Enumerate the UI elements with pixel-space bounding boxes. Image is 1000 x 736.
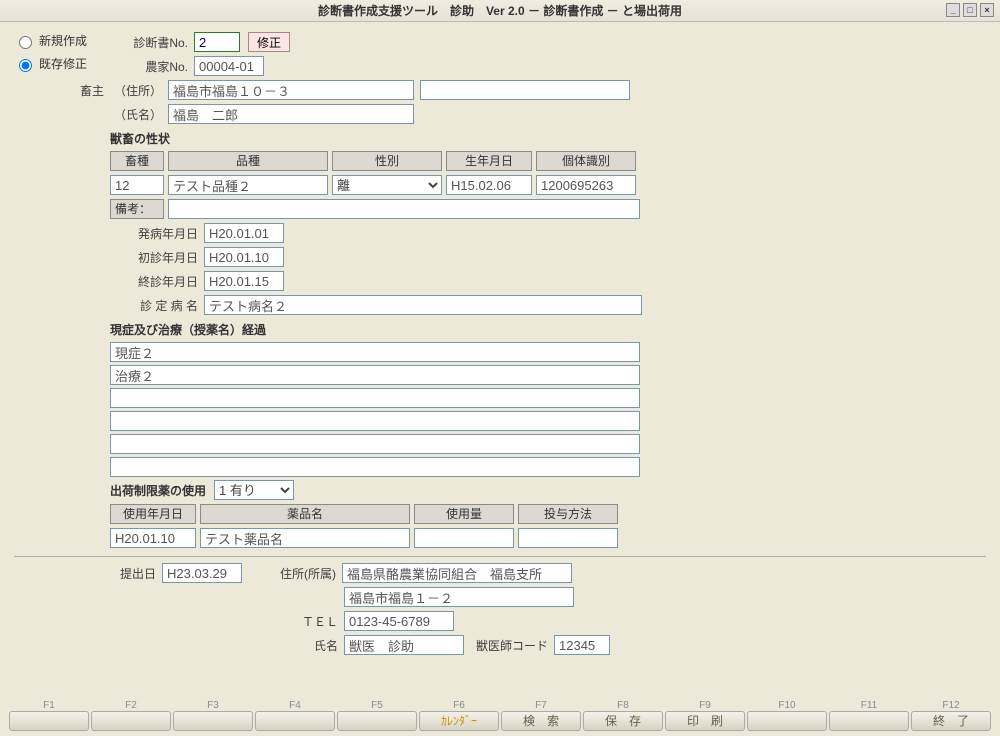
flabel: F8 [582,700,664,711]
submit-addr-label: 住所(所属) [242,565,342,582]
owner-addr2-input[interactable] [420,80,630,100]
course-line-1[interactable] [110,365,640,385]
animal-section-title: 獣畜の性状 [110,130,986,147]
f12-exit-button[interactable]: 終 了 [911,711,991,731]
diag-no-input[interactable] [194,32,240,52]
f5-button[interactable] [337,711,417,731]
flabel: F3 [172,700,254,711]
flabel: F9 [664,700,746,711]
diagnosis-label: 診 定 病 名 [14,297,204,314]
submit-date-label: 提出日 [14,565,162,582]
animal-id-input[interactable] [536,175,636,195]
course-line-0[interactable] [110,342,640,362]
f7-search-button[interactable]: 検 索 [501,711,581,731]
animal-birth-input[interactable] [446,175,532,195]
remark-label: 備考： [110,199,164,219]
onset-input[interactable] [204,223,284,243]
vetcode-input[interactable] [554,635,610,655]
fix-button[interactable]: 修正 [248,32,290,52]
maximize-icon[interactable]: □ [963,3,977,17]
f11-button[interactable] [829,711,909,731]
drug-name-input[interactable] [200,528,410,548]
first-input[interactable] [204,247,284,267]
submit-name-input[interactable] [344,635,464,655]
mode-new-input[interactable] [19,36,32,49]
f8-save-button[interactable]: 保 存 [583,711,663,731]
animal-kind-input[interactable] [110,175,164,195]
flabel: F10 [746,700,828,711]
submit-date-input[interactable] [162,563,242,583]
mode-new-label: 新規作成 [39,32,87,49]
diag-no-label: 診断書No. [114,34,194,51]
restricted-label: 出荷制限薬の使用 [110,482,206,499]
f10-button[interactable] [747,711,827,731]
mode-new-radio[interactable]: 新規作成 [14,32,114,49]
hdr-method: 投与方法 [518,504,618,524]
owner-name-input[interactable] [168,104,414,124]
owner-name-label: （氏名） [110,106,168,123]
flabel: F4 [254,700,336,711]
f6-calendar-button[interactable]: ｶﾚﾝﾀﾞｰ [419,711,499,731]
submit-name-label: 氏名 [244,637,344,654]
hdr-breed: 品種 [168,151,328,171]
hdr-amount: 使用量 [414,504,514,524]
flabel: F1 [8,700,90,711]
last-label: 終診年月日 [14,273,204,290]
submit-addr2-input[interactable] [344,587,574,607]
close-icon[interactable]: × [980,3,994,17]
mode-edit-radio[interactable]: 既存修正 [14,55,114,72]
drug-amount-input[interactable] [414,528,514,548]
footer: F1 F2 F3 F4 F5 F6 F7 F8 F9 F10 F11 F12 ｶ… [0,700,1000,736]
hdr-id: 個体識別 [536,151,636,171]
owner-addr-label: （住所） [110,82,168,99]
hdr-sex: 性別 [332,151,442,171]
diagnosis-input[interactable] [204,295,642,315]
course-section-title: 現症及び治療（授薬名）経過 [110,321,986,338]
farmer-no-label: 農家No. [114,58,194,75]
animal-sex-select[interactable]: 離 [332,175,442,195]
flabel: F6 [418,700,500,711]
animal-breed-input[interactable] [168,175,328,195]
course-line-2[interactable] [110,388,640,408]
flabel: F12 [910,700,992,711]
hdr-kind: 畜種 [110,151,164,171]
course-line-3[interactable] [110,411,640,431]
flabel: F7 [500,700,582,711]
drug-date-input[interactable] [110,528,196,548]
f2-button[interactable] [91,711,171,731]
first-label: 初診年月日 [14,249,204,266]
hdr-use-date: 使用年月日 [110,504,196,524]
f9-print-button[interactable]: 印 刷 [665,711,745,731]
mode-edit-input[interactable] [19,59,32,72]
mode-edit-label: 既存修正 [39,55,87,72]
hdr-birth: 生年月日 [446,151,532,171]
minimize-icon[interactable]: _ [946,3,960,17]
flabel: F5 [336,700,418,711]
flabel: F11 [828,700,910,711]
last-input[interactable] [204,271,284,291]
submit-tel-input[interactable] [344,611,454,631]
flabel: F2 [90,700,172,711]
submit-tel-label: ＴＥＬ [244,613,344,630]
restricted-select[interactable]: 1 有り [214,480,294,500]
drug-method-input[interactable] [518,528,618,548]
owner-label: 畜主 [14,82,110,99]
course-line-5[interactable] [110,457,640,477]
owner-addr1-input[interactable] [168,80,414,100]
f1-button[interactable] [9,711,89,731]
vetcode-label: 獣医師コード [464,637,554,654]
course-line-4[interactable] [110,434,640,454]
window-title: 診断書作成支援ツール 診助 Ver 2.0 － 診断書作成 － と場出荷用 [318,2,682,19]
onset-label: 発病年月日 [14,225,204,242]
f4-button[interactable] [255,711,335,731]
hdr-drug-name: 薬品名 [200,504,410,524]
animal-remark-input[interactable] [168,199,640,219]
farmer-no-input[interactable] [194,56,264,76]
f3-button[interactable] [173,711,253,731]
submit-addr1-input[interactable] [342,563,572,583]
titlebar: 診断書作成支援ツール 診助 Ver 2.0 － 診断書作成 － と場出荷用 _ … [0,0,1000,22]
